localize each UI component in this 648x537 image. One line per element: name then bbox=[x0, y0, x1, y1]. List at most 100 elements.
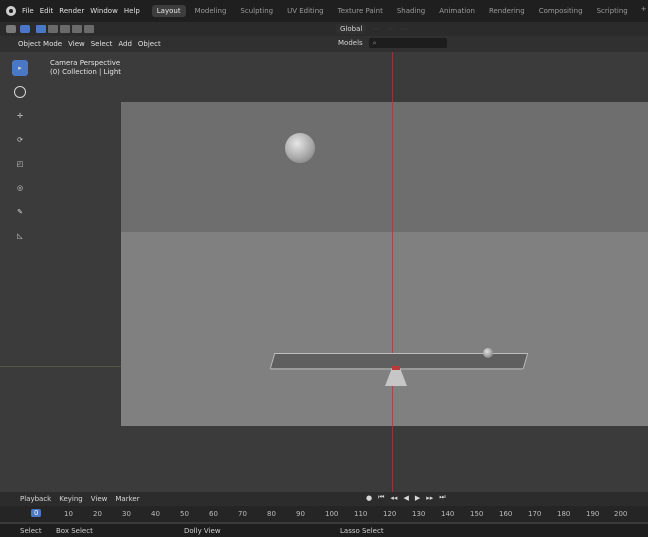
main-menu: File Edit Render Window Help bbox=[22, 7, 140, 15]
playback-menu[interactable]: Playback bbox=[20, 495, 51, 503]
menu-edit[interactable]: Edit bbox=[40, 7, 54, 15]
prev-keyframe-icon[interactable]: ◂◂ bbox=[390, 494, 397, 502]
frame-label: 40 bbox=[151, 510, 160, 518]
mode-set-icon[interactable] bbox=[36, 25, 46, 33]
frame-label: 50 bbox=[180, 510, 189, 518]
jump-end-icon[interactable]: ⏭ bbox=[439, 493, 445, 502]
rotate-tool-icon[interactable]: ⟳ bbox=[12, 132, 28, 148]
top-bar: File Edit Render Window Help Layout Mode… bbox=[0, 0, 648, 22]
models-dropdown[interactable]: Models bbox=[338, 39, 363, 47]
status-lasso-select: Lasso Select bbox=[340, 527, 384, 535]
cursor-tool-icon[interactable] bbox=[12, 84, 28, 100]
small-sphere-object[interactable] bbox=[483, 348, 493, 358]
tab-animation[interactable]: Animation bbox=[434, 5, 480, 17]
frame-label: 80 bbox=[267, 510, 276, 518]
frame-label: 20 bbox=[93, 510, 102, 518]
tab-shading[interactable]: Shading bbox=[392, 5, 430, 17]
play-reverse-icon[interactable]: ◀ bbox=[403, 494, 408, 502]
menu-add[interactable]: Add bbox=[118, 40, 132, 48]
timeline-view-menu[interactable]: View bbox=[91, 495, 108, 503]
menu-render[interactable]: Render bbox=[59, 7, 84, 15]
search-input[interactable]: ⌕ bbox=[368, 38, 447, 48]
z-axis-line bbox=[392, 52, 393, 492]
mode-invert-icon[interactable] bbox=[72, 25, 82, 33]
viewport-overlay-text: Camera Perspective (0) Collection | Ligh… bbox=[50, 59, 121, 77]
tab-rendering[interactable]: Rendering bbox=[484, 5, 530, 17]
viewport-menus: Object Mode View Select Add Object bbox=[18, 40, 161, 48]
timeline-ruler[interactable]: 0 10 20 30 40 50 60 70 80 90 100 110 120… bbox=[0, 506, 648, 524]
transform-orientation-dropdown[interactable]: Global bbox=[336, 24, 367, 34]
annotate-tool-icon[interactable]: ✎ bbox=[12, 204, 28, 220]
tab-uv-editing[interactable]: UV Editing bbox=[282, 5, 329, 17]
frame-label: 90 bbox=[296, 510, 305, 518]
viewport-header: Object Mode View Select Add Object Model… bbox=[0, 36, 648, 52]
jump-start-icon[interactable]: ⏮ bbox=[378, 493, 384, 502]
tab-texture-paint[interactable]: Texture Paint bbox=[333, 5, 388, 17]
menu-object[interactable]: Object bbox=[138, 40, 161, 48]
timeline-header: Playback Keying View Marker ● ⏮ ◂◂ ◀ ▶ ▸… bbox=[0, 492, 648, 506]
frame-label: 160 bbox=[499, 510, 513, 518]
keying-menu[interactable]: Keying bbox=[59, 495, 83, 503]
camera-perspective-label: Camera Perspective bbox=[50, 59, 121, 67]
frame-label: 70 bbox=[238, 510, 247, 518]
proportional-edit-toggle[interactable] bbox=[400, 28, 409, 30]
frame-label: 170 bbox=[528, 510, 542, 518]
editor-type-icon[interactable] bbox=[6, 25, 16, 33]
frame-label: 130 bbox=[412, 510, 426, 518]
status-select: Select bbox=[20, 527, 42, 535]
scene-area[interactable] bbox=[121, 102, 648, 426]
viewport-right-controls: Models ⌕ bbox=[338, 38, 447, 48]
frame-label: 140 bbox=[441, 510, 455, 518]
next-keyframe-icon[interactable]: ▸▸ bbox=[426, 494, 433, 502]
sphere-object[interactable] bbox=[285, 133, 315, 163]
select-box-icon[interactable] bbox=[20, 25, 30, 33]
pivot-dropdown[interactable] bbox=[372, 28, 381, 30]
status-bar: Select Box Select Dolly View Lasso Selec… bbox=[0, 524, 648, 537]
move-tool-icon[interactable]: ✛ bbox=[12, 108, 28, 124]
menu-file[interactable]: File bbox=[22, 7, 34, 15]
frame-label: 190 bbox=[586, 510, 600, 518]
mode-subtract-icon[interactable] bbox=[60, 25, 70, 33]
menu-view[interactable]: View bbox=[68, 40, 85, 48]
snap-toggle[interactable] bbox=[386, 28, 395, 30]
tab-layout[interactable]: Layout bbox=[151, 5, 186, 17]
select-tool-icon[interactable]: ▸ bbox=[12, 60, 28, 76]
frame-label: 10 bbox=[64, 510, 73, 518]
selection-mode-icons bbox=[36, 25, 94, 33]
blender-logo-icon[interactable] bbox=[6, 6, 16, 16]
object-mode-dropdown[interactable]: Object Mode bbox=[18, 40, 62, 48]
record-icon[interactable]: ● bbox=[366, 494, 372, 502]
mode-intersect-icon[interactable] bbox=[84, 25, 94, 33]
frame-label: 60 bbox=[209, 510, 218, 518]
marker-menu[interactable]: Marker bbox=[115, 495, 139, 503]
frame-label: 110 bbox=[354, 510, 368, 518]
tab-modeling[interactable]: Modeling bbox=[190, 5, 232, 17]
add-workspace-button[interactable]: + bbox=[641, 5, 647, 17]
tab-sculpting[interactable]: Sculpting bbox=[235, 5, 278, 17]
current-frame-indicator[interactable]: 0 bbox=[31, 509, 42, 517]
menu-select[interactable]: Select bbox=[91, 40, 113, 48]
workspace-tabs: Layout Modeling Sculpting UV Editing Tex… bbox=[151, 5, 647, 17]
tool-header: Global bbox=[0, 22, 648, 36]
measure-tool-icon[interactable]: ◺ bbox=[12, 228, 28, 244]
frame-label: 200 bbox=[614, 510, 628, 518]
play-icon[interactable]: ▶ bbox=[415, 494, 420, 502]
collection-label: (0) Collection | Light bbox=[50, 68, 122, 76]
frame-label: 30 bbox=[122, 510, 131, 518]
menu-help[interactable]: Help bbox=[124, 7, 140, 15]
backdrop-upper bbox=[121, 102, 648, 232]
playback-controls: ● ⏮ ◂◂ ◀ ▶ ▸▸ ⏭ bbox=[366, 493, 446, 502]
frame-label: 100 bbox=[325, 510, 339, 518]
backdrop-lower bbox=[121, 232, 648, 426]
tab-compositing[interactable]: Compositing bbox=[534, 5, 588, 17]
tab-scripting[interactable]: Scripting bbox=[592, 5, 633, 17]
transform-tool-icon[interactable]: ◎ bbox=[12, 180, 28, 196]
frame-label: 150 bbox=[470, 510, 484, 518]
search-icon: ⌕ bbox=[372, 38, 377, 47]
menu-window[interactable]: Window bbox=[90, 7, 118, 15]
mode-extend-icon[interactable] bbox=[48, 25, 58, 33]
fulcrum-selected-marker bbox=[392, 366, 400, 370]
frame-label: 120 bbox=[383, 510, 397, 518]
scale-tool-icon[interactable]: ◰ bbox=[12, 156, 28, 172]
timeline-menus: Playback Keying View Marker bbox=[20, 495, 140, 503]
